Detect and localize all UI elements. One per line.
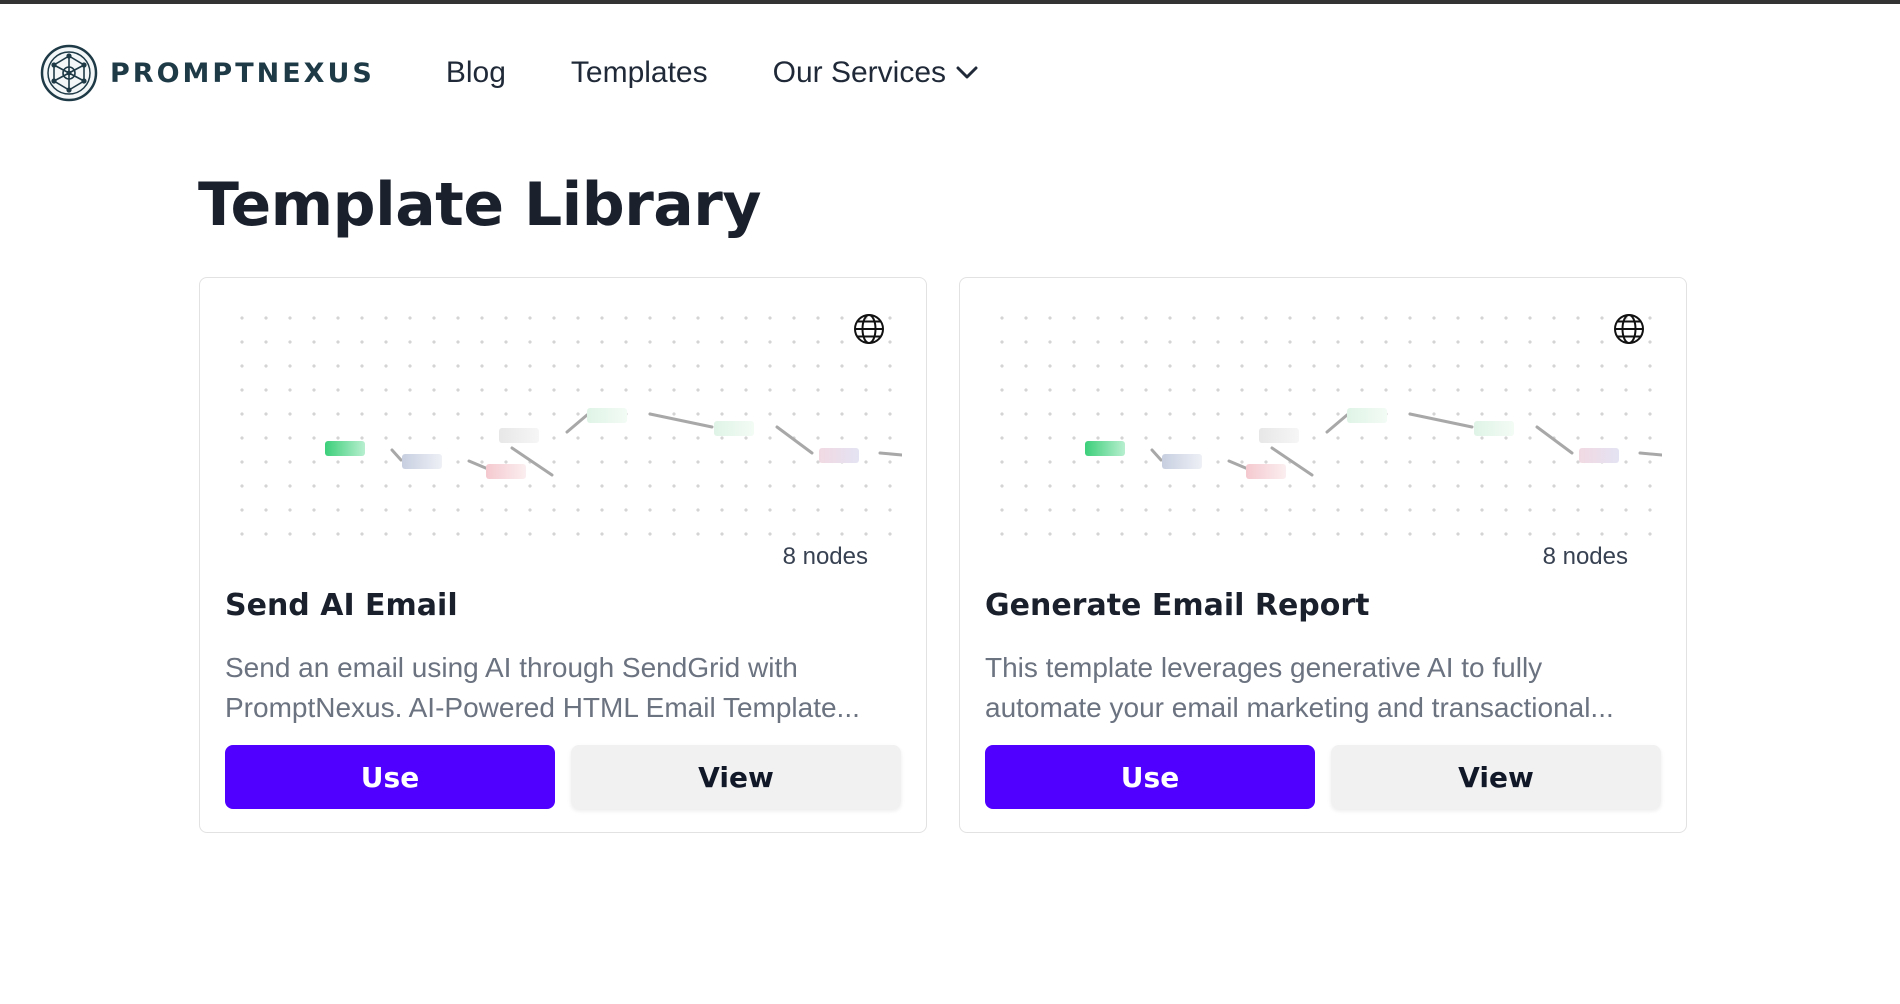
workflow-node [1259,428,1299,443]
workflow-node [1474,421,1514,436]
workflow-node [1162,454,1202,469]
chevron-down-icon [956,66,978,79]
card-description-line: PromptNexus. AI-Powered HTML Email Templ… [225,692,860,723]
workflow-node [1246,464,1286,479]
nav-templates-label: Templates [570,56,708,89]
workflow-preview[interactable]: 8 nodes [982,298,1662,573]
page-title: Template Library [198,170,761,240]
nav-blog[interactable]: Blog [446,56,506,90]
site-header: PROMPTNEXUS Blog Templates Our Services [40,40,978,106]
use-button[interactable]: Use [985,745,1315,809]
globe-icon[interactable] [852,312,886,346]
nav-templates[interactable]: Templates [571,56,708,90]
nav-services-label: Our Services [772,56,947,89]
card-description-line: automate your email marketing and transa… [985,692,1614,723]
card-description-line: This template leverages generative AI to… [985,652,1543,683]
workflow-diagram [325,408,902,479]
node-count: 8 nodes [780,541,870,573]
use-button[interactable]: Use [225,745,555,809]
workflow-node [1347,408,1387,423]
workflow-node [486,464,526,479]
card-title: Generate Email Report [985,588,1370,623]
workflow-node [714,421,754,436]
nav-blog-label: Blog [445,56,506,89]
workflow-node [587,408,627,423]
view-button[interactable]: View [571,745,901,809]
card-description-line: Send an email using AI through SendGrid … [225,652,798,683]
card-title: Send AI Email [225,588,458,623]
template-card: 8 nodes Generate Email Report This templ… [959,277,1687,833]
workflow-node [1085,441,1125,456]
template-card: 8 nodes Send AI Email Send an email usin… [199,277,927,833]
brand-logo[interactable]: PROMPTNEXUS [40,44,375,102]
workflow-node [819,448,859,463]
view-button[interactable]: View [1331,745,1661,809]
workflow-node [325,441,365,456]
card-description: Send an email using AI through SendGrid … [225,648,905,728]
globe-icon[interactable] [1612,312,1646,346]
main-nav: Blog Templates Our Services [446,56,978,90]
workflow-preview[interactable]: 8 nodes [222,298,902,573]
nav-our-services[interactable]: Our Services [773,56,978,90]
workflow-node [1579,448,1619,463]
node-count: 8 nodes [1540,541,1630,573]
workflow-diagram [1085,408,1662,479]
top-border [0,0,1900,4]
workflow-node [402,454,442,469]
brand-name: PROMPTNEXUS [110,57,375,89]
workflow-node [499,428,539,443]
card-description: This template leverages generative AI to… [985,648,1665,728]
promptnexus-logo-icon [40,44,98,102]
